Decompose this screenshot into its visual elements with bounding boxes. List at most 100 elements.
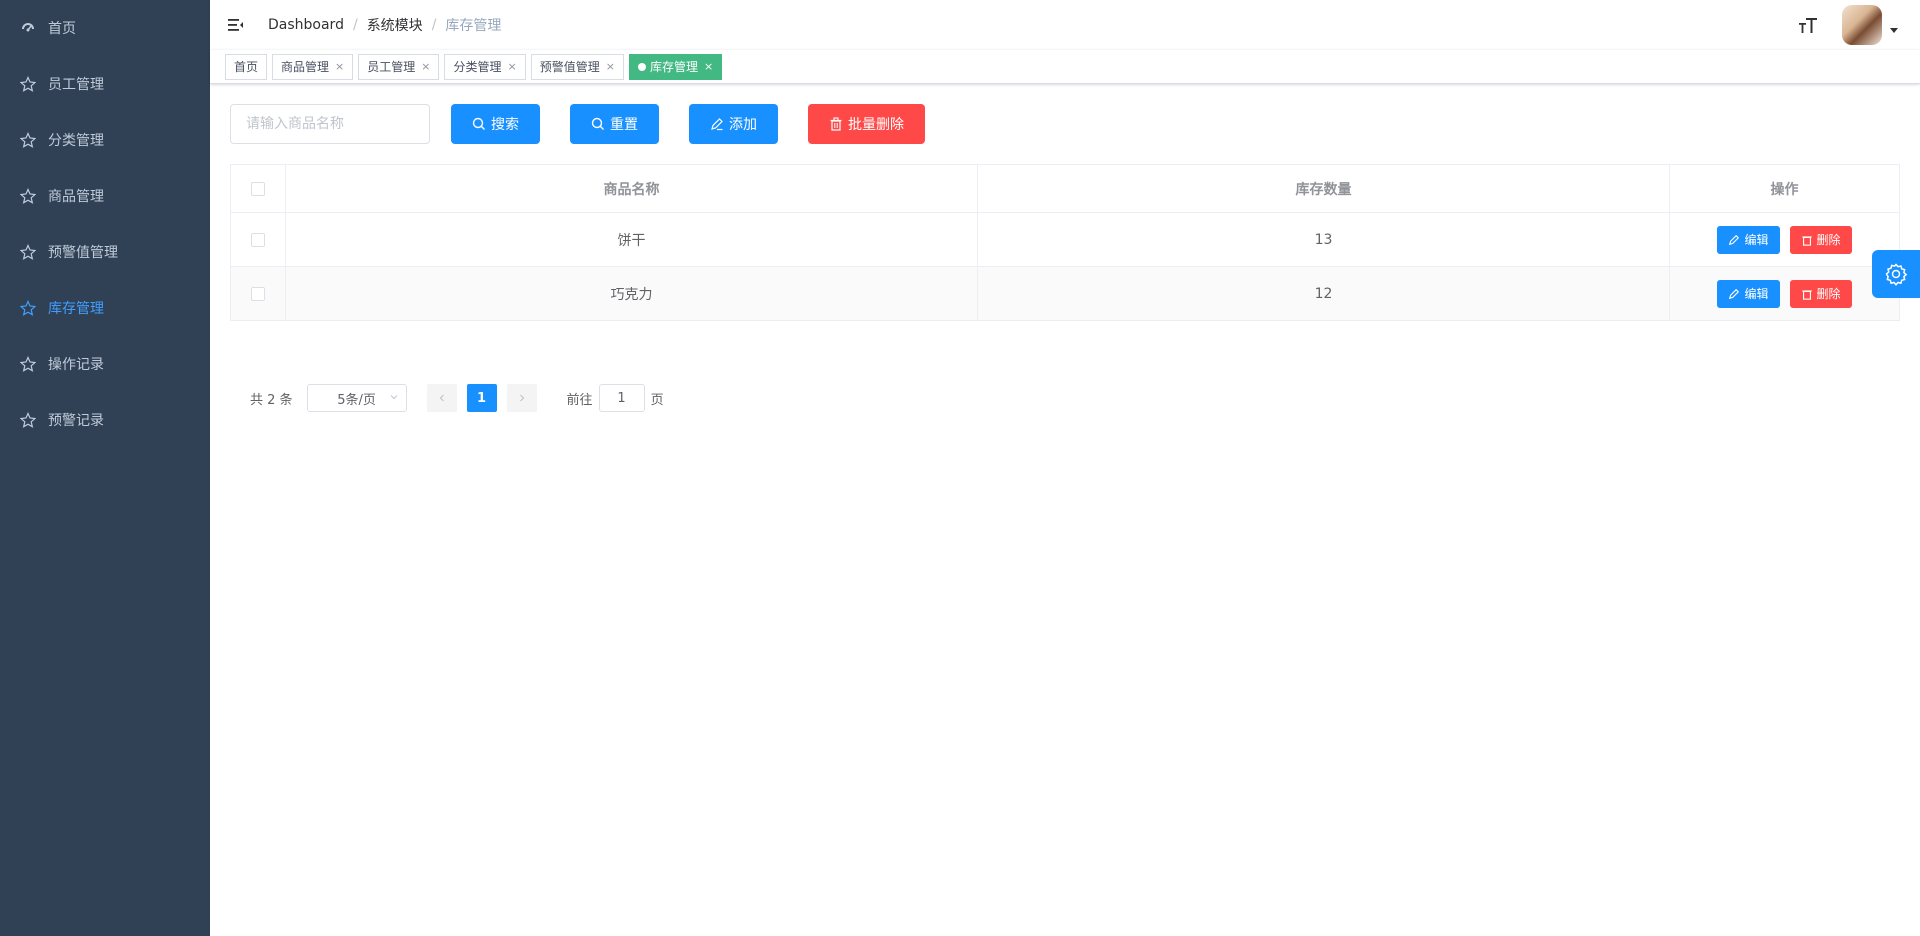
sidebar-item-warning-log[interactable]: 预警记录	[0, 392, 210, 448]
product-name-search-input[interactable]	[230, 104, 430, 144]
breadcrumb-item: 系统模块	[366, 18, 423, 34]
edit-button-label: 编辑	[1744, 233, 1769, 247]
active-dot-icon	[637, 63, 646, 71]
select-all-checkbox[interactable]	[251, 181, 265, 196]
sidebar-item-warning-value[interactable]: 预警值管理	[0, 224, 210, 280]
edit-button-label: 编辑	[1744, 287, 1769, 301]
operation-cell: 编辑 删除	[1670, 213, 1899, 266]
settings-button[interactable]	[1872, 250, 1920, 298]
delete-button-label: 删除	[1816, 233, 1841, 247]
trash-icon	[1801, 289, 1812, 300]
sidebar-item-label: 首页	[48, 21, 76, 37]
sidebar-item-operation-log[interactable]: 操作记录	[0, 336, 210, 392]
edit-button[interactable]: 编辑	[1717, 225, 1780, 254]
reset-button-label: 重置	[610, 117, 638, 133]
close-icon[interactable]: ×	[606, 55, 615, 79]
column-header: 操作	[1770, 181, 1799, 198]
edit-icon	[711, 118, 723, 131]
tag-category[interactable]: 分类管理 ×	[444, 54, 526, 80]
column-header: 库存数量	[978, 165, 1670, 212]
star-icon	[20, 132, 36, 148]
next-page-button[interactable]	[506, 384, 537, 412]
tag-label: 库存管理	[649, 60, 698, 74]
sidebar-item-label: 库存管理	[48, 301, 104, 317]
tag-label: 首页	[234, 60, 259, 74]
tag-warning-value[interactable]: 预警值管理 ×	[530, 54, 624, 80]
page-jump-prefix: 前往	[566, 392, 593, 408]
trash-icon	[1801, 235, 1812, 246]
close-icon[interactable]: ×	[508, 55, 517, 79]
page-size-select[interactable]: 5条/页	[306, 384, 407, 412]
search-icon	[472, 117, 485, 130]
prev-page-button[interactable]	[426, 384, 457, 412]
search-button[interactable]: 搜索	[451, 104, 540, 144]
gear-icon	[1885, 263, 1908, 286]
tag-home[interactable]: 首页	[225, 54, 268, 80]
edit-icon	[1729, 288, 1740, 299]
main-content: 搜索 重置 添加 批量删除 商品名称 库存数量 操作 饼干	[210, 84, 1920, 936]
quantity-cell: 12	[978, 267, 1670, 320]
star-icon	[20, 244, 36, 260]
breadcrumb: Dashboard / 系统模块 / 库存管理	[268, 0, 501, 50]
sidebar-item-label: 操作记录	[48, 357, 104, 373]
dashboard-icon	[20, 20, 36, 36]
tag-label: 预警值管理	[539, 60, 600, 74]
pagination: 共 2 条 5条/页 1 前往 页	[250, 384, 664, 412]
sidebar-item-employee[interactable]: 员工管理	[0, 56, 210, 112]
sidebar-item-category[interactable]: 分类管理	[0, 112, 210, 168]
tag-product[interactable]: 商品管理 ×	[272, 54, 354, 80]
search-button-label: 搜索	[491, 117, 519, 133]
tag-label: 员工管理	[367, 60, 416, 74]
sidebar-item-inventory[interactable]: 库存管理	[0, 280, 210, 336]
sidebar-item-product[interactable]: 商品管理	[0, 168, 210, 224]
chevron-right-icon	[519, 394, 524, 402]
delete-button-label: 删除	[1816, 287, 1841, 301]
table-row: 饼干 13 编辑 删除	[231, 213, 1899, 267]
star-icon	[20, 188, 36, 204]
sidebar: 首页 员工管理 分类管理 商品管理 预警值管理 库存管理 操作记录 预警记录	[0, 0, 210, 936]
close-icon[interactable]: ×	[421, 55, 430, 79]
trash-icon	[830, 117, 842, 131]
close-icon[interactable]: ×	[335, 55, 344, 79]
batch-delete-button[interactable]: 批量删除	[808, 104, 925, 144]
caret-down-icon[interactable]	[1890, 28, 1898, 33]
sidebar-item-home[interactable]: 首页	[0, 0, 210, 56]
sidebar-item-label: 商品管理	[48, 189, 104, 205]
chevron-left-icon	[439, 394, 444, 402]
hamburger-icon[interactable]	[226, 15, 246, 35]
close-icon[interactable]: ×	[704, 55, 713, 79]
quantity-cell: 13	[978, 213, 1670, 266]
search-icon	[591, 117, 604, 130]
column-header: 商品名称	[286, 165, 978, 212]
breadcrumb-separator: /	[431, 17, 437, 33]
toolbar: 搜索 重置 添加 批量删除	[230, 104, 925, 144]
row-checkbox[interactable]	[251, 286, 265, 301]
reset-button[interactable]: 重置	[570, 104, 659, 144]
navbar: Dashboard / 系统模块 / 库存管理	[210, 0, 1920, 50]
row-checkbox[interactable]	[251, 232, 265, 247]
table-header-row: 商品名称 库存数量 操作	[231, 165, 1899, 213]
table-row: 巧克力 12 编辑 删除	[231, 267, 1899, 321]
delete-button[interactable]: 删除	[1789, 225, 1852, 254]
font-size-icon[interactable]	[1796, 13, 1820, 37]
avatar[interactable]	[1842, 5, 1882, 45]
edit-button[interactable]: 编辑	[1717, 279, 1780, 308]
page-jump-input[interactable]	[598, 384, 645, 412]
check-cell	[231, 213, 286, 266]
tag-inventory[interactable]: 库存管理 ×	[628, 54, 723, 80]
delete-button[interactable]: 删除	[1789, 279, 1852, 308]
page-number-current[interactable]: 1	[466, 384, 497, 412]
add-button-label: 添加	[729, 117, 757, 133]
tag-label: 分类管理	[453, 60, 502, 74]
product-name-cell: 巧克力	[286, 267, 978, 320]
page-jump-suffix: 页	[650, 392, 664, 408]
edit-icon	[1729, 234, 1740, 245]
tag-label: 商品管理	[281, 60, 330, 74]
sidebar-item-label: 预警记录	[48, 413, 104, 429]
add-button[interactable]: 添加	[689, 104, 778, 144]
tag-employee[interactable]: 员工管理 ×	[358, 54, 440, 80]
header-check-cell	[231, 165, 286, 212]
breadcrumb-separator: /	[352, 17, 358, 33]
star-icon	[20, 300, 36, 316]
breadcrumb-item[interactable]: Dashboard	[268, 17, 344, 33]
